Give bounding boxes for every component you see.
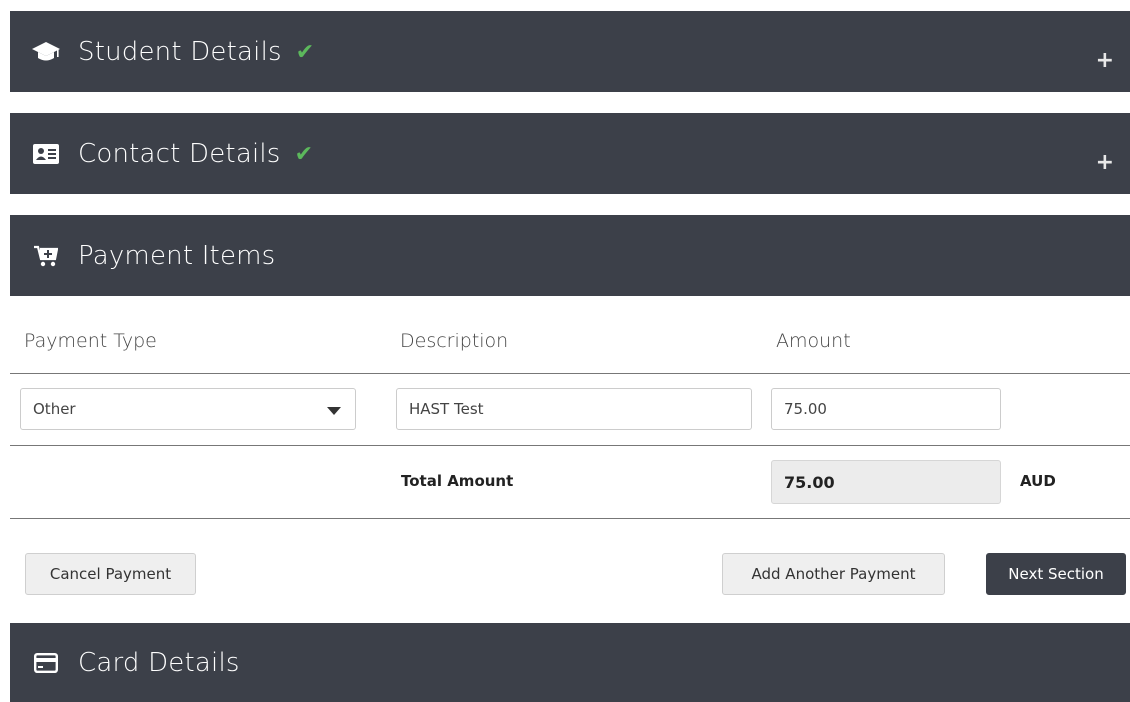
card-details-panel[interactable]: Card Details bbox=[10, 623, 1130, 702]
total-amount-label: Total Amount bbox=[401, 472, 514, 490]
payment-type-header: Payment Type bbox=[24, 330, 157, 352]
divider bbox=[10, 373, 1130, 374]
check-icon: ✔ bbox=[295, 39, 315, 65]
payment-type-value: Other bbox=[33, 400, 76, 418]
credit-card-icon bbox=[31, 651, 61, 675]
graduation-cap-icon bbox=[31, 40, 61, 64]
caret-down-icon bbox=[327, 407, 341, 415]
next-section-button[interactable]: Next Section bbox=[986, 553, 1126, 595]
cart-plus-icon bbox=[31, 244, 61, 268]
amount-input[interactable]: 75.00 bbox=[771, 388, 1001, 430]
divider bbox=[10, 445, 1130, 446]
divider bbox=[10, 518, 1130, 519]
student-details-panel[interactable]: Student Details ✔ + bbox=[10, 11, 1130, 92]
payment-type-select[interactable]: Other bbox=[20, 388, 356, 430]
amount-header: Amount bbox=[776, 330, 851, 352]
description-input[interactable]: HAST Test bbox=[396, 388, 752, 430]
add-another-payment-button[interactable]: Add Another Payment bbox=[722, 553, 945, 595]
contact-details-panel[interactable]: Contact Details ✔ + bbox=[10, 113, 1130, 194]
section-title: Card Details bbox=[78, 647, 240, 678]
plus-icon[interactable]: + bbox=[1096, 49, 1114, 72]
check-icon: ✔ bbox=[294, 141, 314, 167]
currency-label: AUD bbox=[1020, 472, 1056, 490]
plus-icon[interactable]: + bbox=[1096, 151, 1114, 174]
description-header: Description bbox=[400, 330, 509, 352]
section-title: Payment Items bbox=[78, 240, 276, 271]
section-title: Student Details ✔ bbox=[78, 36, 315, 67]
contact-card-icon bbox=[31, 142, 61, 166]
section-title: Contact Details ✔ bbox=[78, 138, 314, 169]
total-amount-value: 75.00 bbox=[771, 460, 1001, 504]
cancel-payment-button[interactable]: Cancel Payment bbox=[25, 553, 196, 595]
payment-items-panel[interactable]: Payment Items bbox=[10, 215, 1130, 296]
